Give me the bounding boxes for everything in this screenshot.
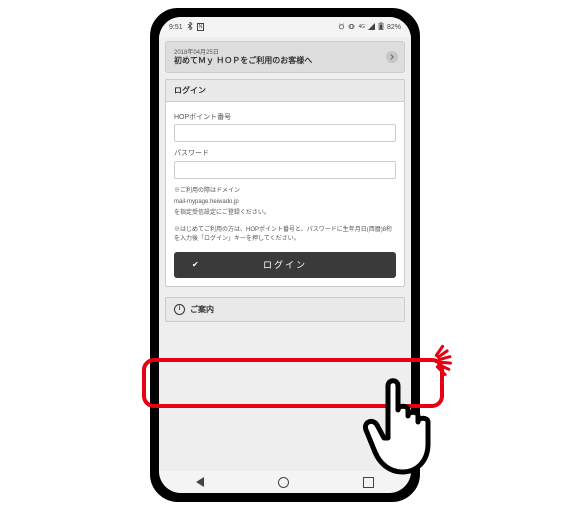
notice-title: 初めてＭｙ ＨＯＰをご利用のお客様へ	[174, 56, 396, 67]
first-use-note: ※はじめてご利用の方は、HOPポイント番号と、パスワードに生年月日(西暦)8桁を…	[174, 226, 396, 244]
hop-number-label: HOPポイント番号	[174, 112, 396, 122]
nav-back-button[interactable]	[196, 477, 204, 487]
login-button[interactable]: ✔ ログイン	[174, 252, 396, 278]
nav-recent-button[interactable]	[363, 477, 374, 488]
chevron-right-icon	[386, 51, 398, 63]
status-bar: 9:51 N 4G 82%	[159, 17, 411, 37]
signal-icon	[368, 23, 375, 32]
notice-card[interactable]: 2018年04月25日 初めてＭｙ ＨＯＰをご利用のお客様へ	[165, 41, 405, 73]
domain-note-2: を指定受信設定にご登録ください。	[174, 209, 396, 218]
nav-home-button[interactable]	[278, 477, 289, 488]
domain-text: mail-mypage.heiwado.jp	[174, 198, 396, 207]
phone-frame: 9:51 N 4G 82%	[150, 8, 420, 502]
check-icon: ✔	[192, 260, 201, 269]
password-label: パスワード	[174, 148, 396, 158]
vibrate-icon	[348, 23, 355, 32]
network-4g-icon: 4G	[358, 24, 365, 30]
login-button-label: ログイン	[263, 258, 307, 271]
nfc-icon: N	[197, 23, 205, 31]
android-nav-bar	[159, 471, 411, 493]
battery-percent: 82%	[387, 24, 401, 31]
login-header: ログイン	[166, 80, 404, 102]
info-section-header[interactable]: i ご案内	[165, 297, 405, 322]
bluetooth-icon	[187, 22, 193, 32]
page-content: 2018年04月25日 初めてＭｙ ＨＯＰをご利用のお客様へ ログイン HOPポ…	[159, 37, 411, 471]
phone-screen: 9:51 N 4G 82%	[159, 17, 411, 493]
domain-note-1: ※ご利用の際はドメイン	[174, 187, 396, 196]
alarm-icon	[338, 23, 345, 32]
info-title: ご案内	[190, 304, 214, 315]
password-input[interactable]	[174, 161, 396, 179]
login-panel: ログイン HOPポイント番号 パスワード ※ご利用の際はドメイン mail-my…	[165, 79, 405, 287]
info-icon: i	[174, 304, 185, 315]
hop-number-input[interactable]	[174, 124, 396, 142]
battery-icon	[378, 22, 384, 32]
notice-date: 2018年04月25日	[174, 47, 396, 56]
status-time: 9:51	[169, 24, 183, 31]
